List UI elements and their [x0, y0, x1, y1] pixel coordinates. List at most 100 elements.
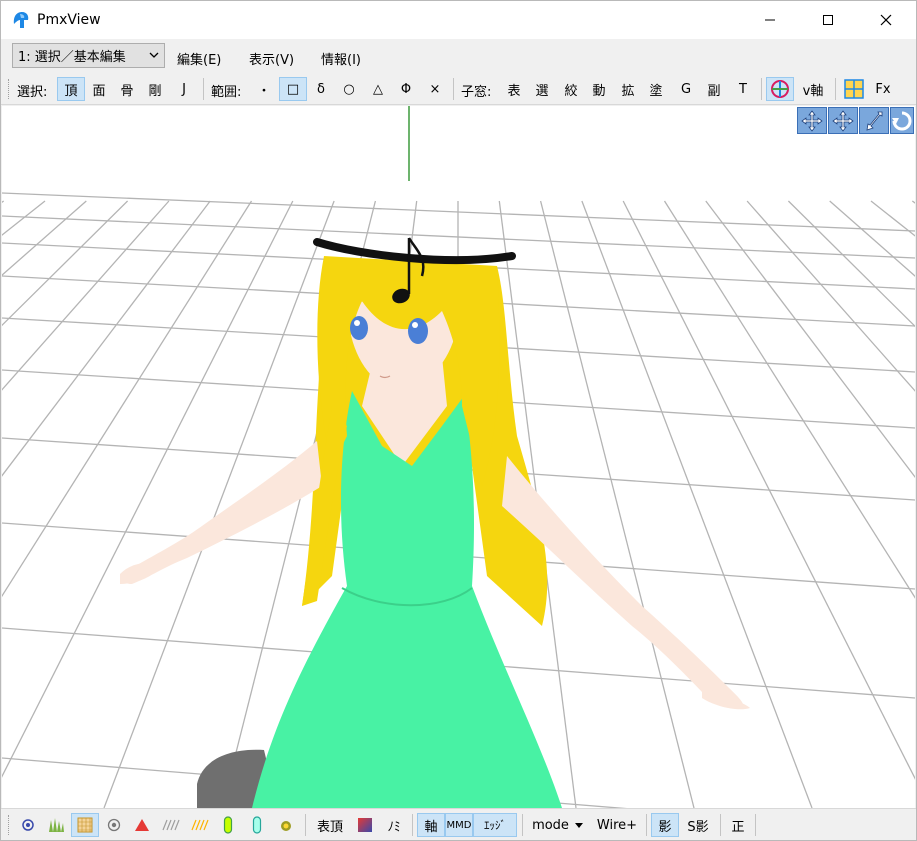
red-triangle-icon	[135, 819, 149, 831]
select-label: 選択:	[17, 85, 48, 100]
grid-line	[622, 200, 915, 780]
quad-view-button[interactable]	[840, 77, 868, 101]
grid-line	[911, 200, 915, 204]
grid-line	[787, 200, 915, 328]
range-delta-button[interactable]: δ	[308, 77, 334, 101]
edge-button[interactable]: ｴｯｼﾞ	[473, 813, 517, 837]
texture-grid-icon	[77, 817, 93, 833]
axis-display-button[interactable]: 軸	[417, 813, 445, 837]
toolbar-separator	[203, 78, 204, 100]
minimize-icon	[765, 19, 775, 21]
select-face-button[interactable]: 面	[86, 77, 112, 101]
softbody-display-button[interactable]	[273, 813, 299, 837]
grid-line	[2, 200, 211, 477]
color-button[interactable]	[352, 813, 378, 837]
select-vertex-button[interactable]: 頂	[57, 77, 85, 101]
child-table-button[interactable]: 表	[501, 77, 527, 101]
yellow-hatch-icon	[191, 819, 209, 831]
grid-line	[2, 200, 46, 236]
table-vertex-button[interactable]: 表頂	[311, 813, 349, 837]
toolbar-separator	[835, 78, 836, 100]
toolbar-grip[interactable]	[8, 79, 11, 99]
maximize-icon	[823, 15, 833, 25]
model-right-eye	[408, 318, 428, 344]
v-axis-button[interactable]: v軸	[797, 77, 829, 101]
s-shadow-button[interactable]: S影	[681, 813, 715, 837]
pmxview-window: PmxView 1: 選択／基本編集 編集(E) 表示(V) 情報(I) 選択:…	[0, 0, 917, 841]
axis-toggle-button[interactable]	[766, 77, 794, 101]
menu-edit[interactable]: 編集(E)	[177, 49, 221, 68]
grid-line	[829, 200, 915, 277]
3d-viewport[interactable]	[2, 106, 915, 808]
vertex-dot-icon	[22, 819, 34, 831]
range-point-button[interactable]: ・	[251, 77, 277, 101]
texture-display-button[interactable]	[71, 813, 99, 837]
child-filter-button[interactable]: 絞	[558, 77, 584, 101]
range-clear-button[interactable]: ×	[422, 77, 448, 101]
mode-dropdown[interactable]: mode	[528, 813, 588, 837]
main-toolbar: 選択: 頂 面 骨 剛 J 範囲: ・ □ δ ○ △ Φ × 子窓: 表 選 …	[1, 73, 916, 105]
hatch-icon	[162, 819, 180, 831]
menu-view[interactable]: 表示(V)	[249, 49, 294, 68]
range-label: 範囲:	[211, 85, 242, 100]
range-triangle-button[interactable]: △	[365, 77, 391, 101]
toolbar-grip[interactable]	[8, 815, 11, 835]
shadow-button[interactable]: 影	[651, 813, 679, 837]
child-move-button[interactable]: 動	[586, 77, 612, 101]
range-rect-button[interactable]: □	[279, 77, 307, 101]
no-button[interactable]: ﾉﾐ	[381, 813, 407, 837]
hatch-display-button[interactable]	[158, 813, 184, 837]
vertex-display-button[interactable]	[15, 813, 41, 837]
color-swatch-icon	[358, 818, 372, 832]
child-t-button[interactable]: T	[730, 77, 756, 101]
grid-line	[2, 200, 129, 327]
pmxview-app-icon	[13, 12, 29, 28]
range-circle-button[interactable]: ○	[336, 77, 362, 101]
yellow-hatch-display-button[interactable]	[187, 813, 213, 837]
wire-plus-button[interactable]: Wire+	[593, 813, 641, 837]
grid-line	[663, 200, 915, 599]
model-left-eye	[350, 316, 368, 340]
select-bone-button[interactable]: 骨	[114, 77, 140, 101]
joint-display-button[interactable]	[244, 813, 270, 837]
mode-select[interactable]: 1: 選択／基本編集	[12, 43, 165, 68]
toolbar-separator	[755, 814, 756, 836]
child-select-button[interactable]: 選	[529, 77, 555, 101]
bug-icon	[281, 821, 291, 831]
ortho-button[interactable]: 正	[725, 813, 751, 837]
bottom-toolbar: 表頂 ﾉﾐ 軸 MMD ｴｯｼﾞ mode Wire+ 影 S影 正	[1, 808, 916, 840]
grid-line	[2, 200, 253, 598]
grid-line	[581, 200, 813, 808]
child-sub-button[interactable]: 副	[701, 77, 727, 101]
child-paint-button[interactable]: 塗	[643, 77, 669, 101]
toolbar-separator	[305, 814, 306, 836]
move-xz-icon	[832, 109, 854, 132]
fx-button[interactable]: Fx	[870, 77, 896, 101]
child-scale-button[interactable]: 拡	[615, 77, 641, 101]
eye-highlight	[354, 320, 360, 326]
range-phi-button[interactable]: Φ	[393, 77, 419, 101]
select-joint-button[interactable]: J	[171, 77, 197, 101]
nav-move-xz-button[interactable]	[828, 107, 858, 134]
face-display-button[interactable]	[129, 813, 155, 837]
toolbar-separator	[453, 78, 454, 100]
title-bar: PmxView	[1, 1, 916, 39]
scene-canvas[interactable]	[2, 106, 915, 808]
menu-info[interactable]: 情報(I)	[321, 49, 361, 68]
caret-down-icon	[574, 823, 583, 828]
normal-display-button[interactable]	[43, 813, 69, 837]
nav-rotate-button[interactable]	[890, 107, 914, 134]
maximize-button[interactable]	[799, 1, 857, 39]
nav-zoom-button[interactable]	[859, 107, 889, 134]
target-display-button[interactable]	[101, 813, 127, 837]
minimize-button[interactable]	[741, 1, 799, 39]
cyan-capsule-icon	[252, 816, 262, 834]
mmd-button[interactable]: MMD	[445, 813, 473, 837]
select-rigid-button[interactable]: 剛	[142, 77, 168, 101]
rigid-display-button[interactable]	[215, 813, 241, 837]
child-g-button[interactable]: G	[673, 77, 699, 101]
nav-move-xy-button[interactable]	[797, 107, 827, 134]
grid-line	[2, 200, 87, 276]
close-button[interactable]	[857, 1, 915, 39]
child-window-label: 子窓:	[461, 85, 492, 100]
